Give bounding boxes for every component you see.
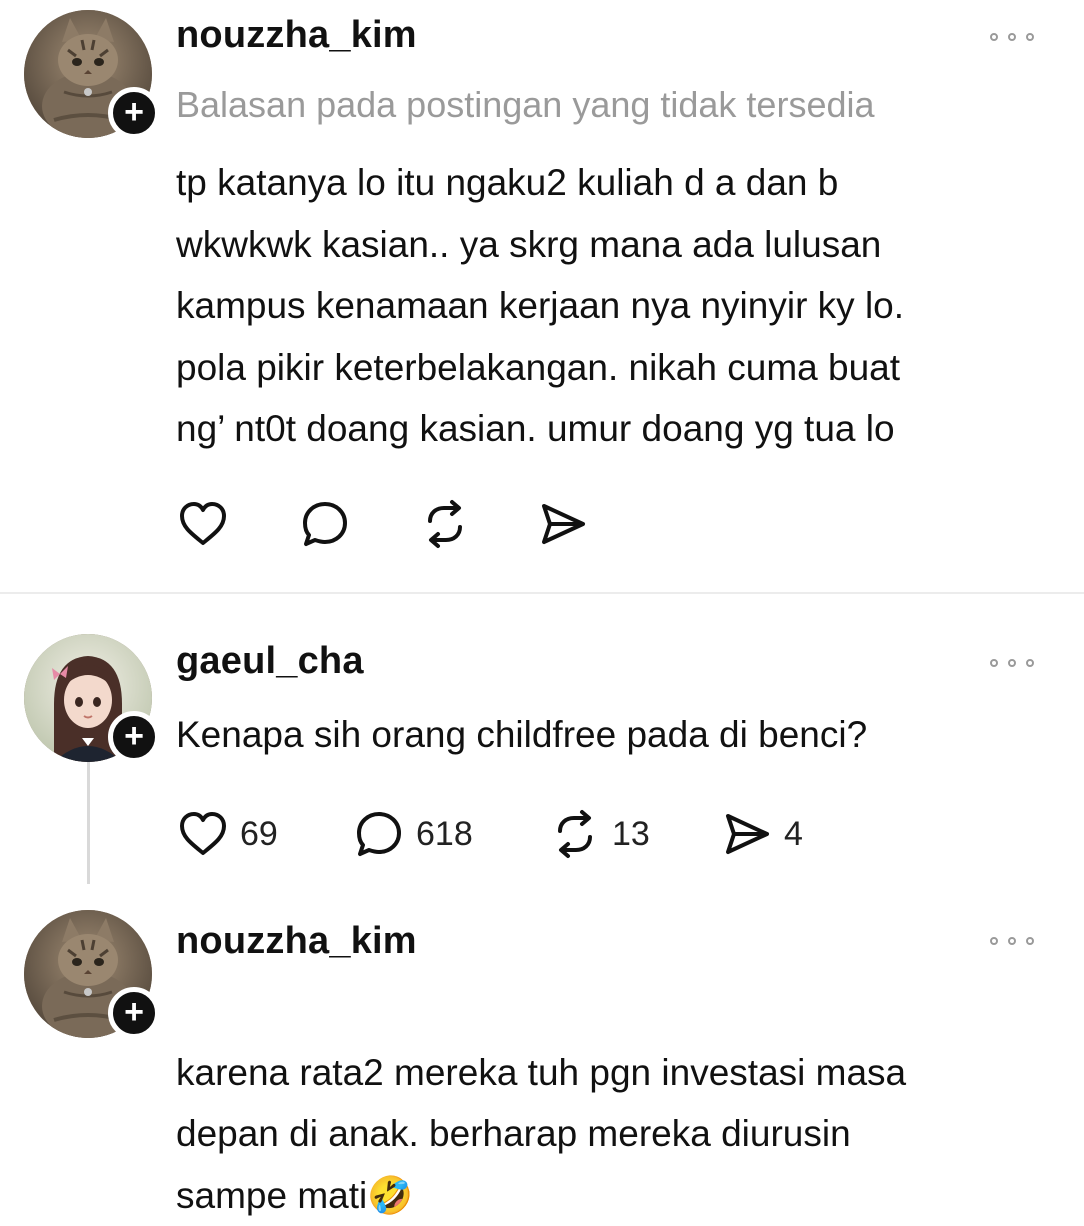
follow-button[interactable]: + [108, 87, 160, 139]
send-icon [726, 814, 769, 854]
post-text: Kenapa sih orang childfree pada di benci… [176, 714, 868, 755]
username[interactable]: nouzzha_kim [176, 14, 417, 57]
comment-bubble-icon [303, 502, 347, 546]
comment-button[interactable]: 618 [352, 804, 473, 864]
follow-button[interactable]: + [108, 711, 160, 763]
reply-context-note: Balasan pada postingan yang tidak tersed… [176, 84, 875, 125]
more-options-icon[interactable] [990, 30, 1034, 44]
username[interactable]: nouzzha_kim [176, 920, 417, 963]
heart-icon [180, 812, 226, 855]
post-text: tp katanya lo itu ngaku2 kuliah d a dan … [176, 162, 905, 449]
rolling-laughing-emoji: 🤣 [367, 1174, 414, 1216]
reply-post-1: + nouzzha_kim Balasan pada postingan yan… [0, 0, 1084, 590]
reply-post-2: + nouzzha_kim karena rata2 mereka tuh pg… [0, 894, 1084, 1216]
more-options-icon[interactable] [990, 656, 1034, 670]
avatar-container[interactable]: + [24, 634, 160, 763]
original-post: + gaeul_cha Kenapa sih orang childfree p… [0, 594, 1084, 894]
like-button[interactable]: 69 [176, 804, 278, 864]
avatar-container[interactable]: + [24, 910, 160, 1039]
share-button[interactable]: 4 [720, 804, 803, 864]
send-icon [542, 504, 585, 544]
repost-icon [558, 810, 592, 858]
repost-button[interactable]: 13 [548, 804, 650, 864]
avatar-container[interactable]: + [24, 10, 160, 139]
like-button[interactable] [176, 494, 230, 554]
username[interactable]: gaeul_cha [176, 640, 364, 683]
comment-button[interactable] [298, 494, 352, 554]
like-count: 69 [240, 814, 278, 853]
post-text-content: karena rata2 mereka tuh pgn investasi ma… [176, 1051, 907, 1216]
repost-button[interactable] [418, 494, 472, 554]
repost-icon [428, 500, 462, 548]
heart-icon [180, 502, 226, 545]
share-count: 4 [784, 814, 803, 853]
post-text: karena rata2 mereka tuh pgn investasi ma… [176, 980, 1046, 1226]
comment-count: 618 [416, 814, 473, 853]
comment-bubble-icon [357, 812, 401, 856]
share-button[interactable] [536, 494, 590, 554]
follow-button[interactable]: + [108, 987, 160, 1039]
more-options-icon[interactable] [990, 934, 1034, 948]
thread-connector-line [87, 744, 90, 884]
repost-count: 13 [612, 814, 650, 853]
